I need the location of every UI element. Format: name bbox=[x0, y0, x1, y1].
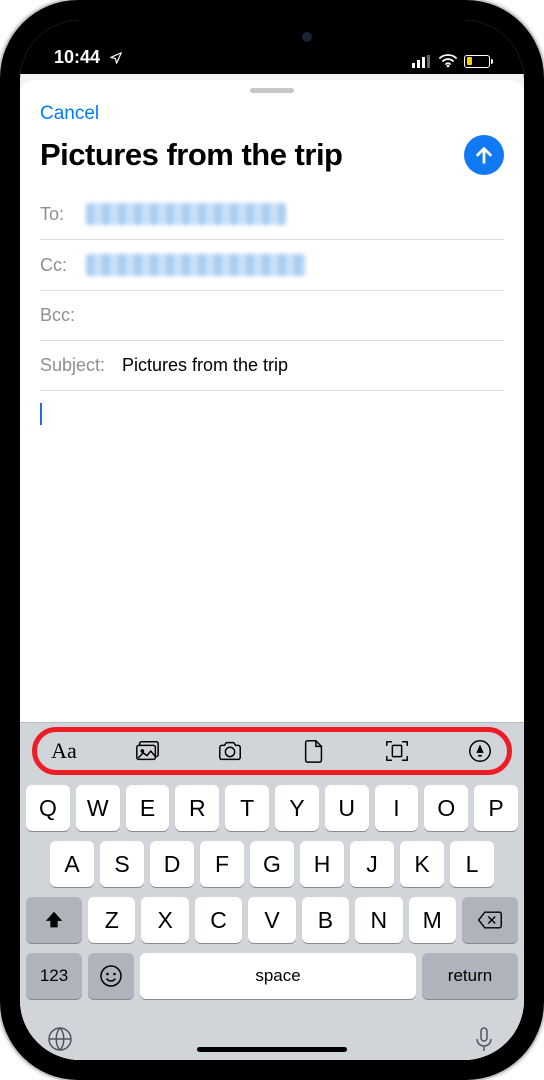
camera-button[interactable] bbox=[214, 737, 246, 765]
location-icon bbox=[109, 51, 123, 65]
key-o[interactable]: O bbox=[424, 785, 468, 831]
document-icon bbox=[301, 738, 327, 764]
sheet-grabber[interactable] bbox=[250, 88, 294, 93]
key-y[interactable]: Y bbox=[275, 785, 319, 831]
key-b[interactable]: B bbox=[302, 897, 349, 943]
globe-key[interactable] bbox=[46, 1025, 74, 1058]
markup-button[interactable] bbox=[464, 737, 496, 765]
key-l[interactable]: L bbox=[450, 841, 494, 887]
key-h[interactable]: H bbox=[300, 841, 344, 887]
key-t[interactable]: T bbox=[225, 785, 269, 831]
wifi-icon bbox=[439, 54, 457, 68]
to-label: To: bbox=[40, 204, 76, 225]
emoji-icon bbox=[99, 964, 123, 988]
format-toolbar: Aa bbox=[34, 731, 510, 771]
shift-key[interactable] bbox=[26, 897, 82, 943]
scan-document-button[interactable] bbox=[381, 737, 413, 765]
backspace-icon bbox=[477, 910, 503, 930]
key-w[interactable]: W bbox=[76, 785, 120, 831]
status-time: 10:44 bbox=[54, 47, 123, 68]
camera-icon bbox=[217, 738, 243, 764]
compose-title: Pictures from the trip bbox=[40, 137, 343, 173]
return-key[interactable]: return bbox=[422, 953, 518, 999]
key-m[interactable]: M bbox=[409, 897, 456, 943]
key-u[interactable]: U bbox=[325, 785, 369, 831]
cancel-button[interactable]: Cancel bbox=[20, 93, 119, 129]
key-s[interactable]: S bbox=[100, 841, 144, 887]
space-key[interactable]: space bbox=[140, 953, 416, 999]
key-x[interactable]: X bbox=[141, 897, 188, 943]
to-field[interactable]: To: bbox=[40, 189, 504, 240]
markup-icon bbox=[467, 738, 493, 764]
dictation-key[interactable] bbox=[470, 1025, 498, 1058]
home-indicator[interactable] bbox=[197, 1047, 347, 1052]
backspace-key[interactable] bbox=[462, 897, 518, 943]
key-d[interactable]: D bbox=[150, 841, 194, 887]
photos-icon bbox=[134, 738, 160, 764]
key-a[interactable]: A bbox=[50, 841, 94, 887]
battery-icon bbox=[464, 55, 490, 68]
shift-icon bbox=[43, 909, 65, 931]
globe-icon bbox=[46, 1025, 74, 1053]
bcc-label: Bcc: bbox=[40, 305, 76, 326]
key-f[interactable]: F bbox=[200, 841, 244, 887]
key-i[interactable]: I bbox=[375, 785, 419, 831]
attach-file-button[interactable] bbox=[298, 737, 330, 765]
subject-field[interactable]: Subject: Pictures from the trip bbox=[40, 341, 504, 391]
key-q[interactable]: Q bbox=[26, 785, 70, 831]
key-p[interactable]: P bbox=[474, 785, 518, 831]
cc-value-redacted bbox=[86, 254, 306, 276]
subject-value: Pictures from the trip bbox=[122, 355, 288, 376]
key-v[interactable]: V bbox=[248, 897, 295, 943]
photo-library-button[interactable] bbox=[131, 737, 163, 765]
bcc-field[interactable]: Bcc: bbox=[40, 291, 504, 341]
text-cursor bbox=[40, 403, 42, 425]
to-value-redacted bbox=[86, 203, 286, 225]
cc-label: Cc: bbox=[40, 255, 76, 276]
key-g[interactable]: G bbox=[250, 841, 294, 887]
emoji-key[interactable] bbox=[88, 953, 134, 999]
text-format-button[interactable]: Aa bbox=[48, 737, 80, 765]
send-button[interactable] bbox=[464, 135, 504, 175]
keyboard: Aa bbox=[20, 722, 524, 1060]
key-r[interactable]: R bbox=[175, 785, 219, 831]
key-k[interactable]: K bbox=[400, 841, 444, 887]
microphone-icon bbox=[470, 1025, 498, 1053]
key-c[interactable]: C bbox=[195, 897, 242, 943]
numbers-key[interactable]: 123 bbox=[26, 953, 82, 999]
compose-sheet: Cancel Pictures from the trip To: Cc: bbox=[20, 80, 524, 1060]
scan-icon bbox=[384, 738, 410, 764]
key-z[interactable]: Z bbox=[88, 897, 135, 943]
arrow-up-icon bbox=[473, 144, 495, 166]
key-e[interactable]: E bbox=[126, 785, 170, 831]
subject-label: Subject: bbox=[40, 355, 112, 376]
cellular-icon bbox=[412, 55, 432, 68]
message-body[interactable] bbox=[20, 391, 524, 722]
key-n[interactable]: N bbox=[355, 897, 402, 943]
device-notch bbox=[162, 20, 382, 54]
key-j[interactable]: J bbox=[350, 841, 394, 887]
cc-field[interactable]: Cc: bbox=[40, 240, 504, 291]
